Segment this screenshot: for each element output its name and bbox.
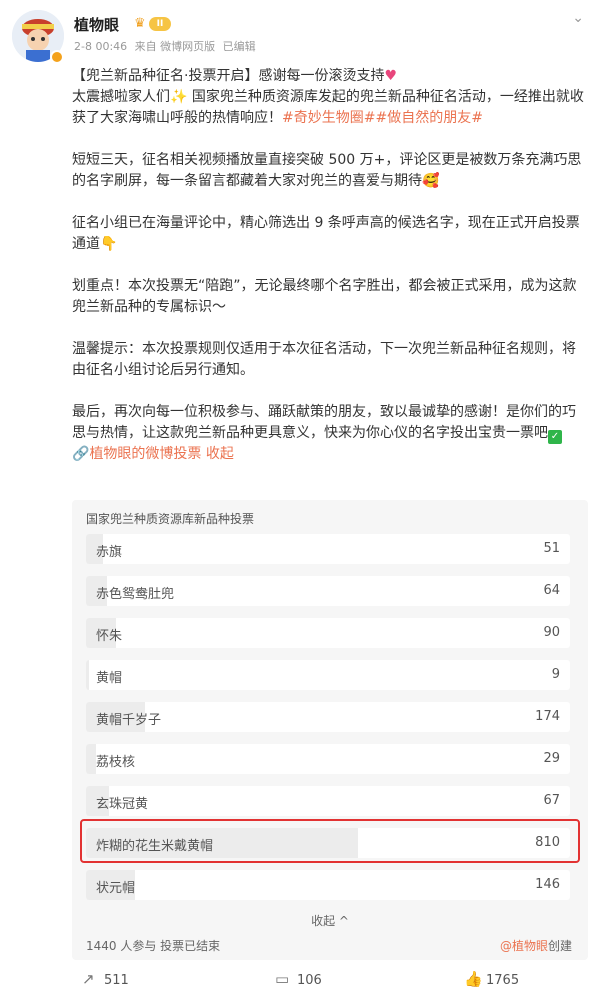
post-meta: 2-8 00:46 来自 微博网页版 已编辑 — [74, 38, 260, 54]
post-paragraph-4: 划重点！本次投票无“陪跑”，无论最终哪个名字胜出，都会被正式采用，成为这款兜兰新… — [72, 278, 577, 315]
poll-option-count: 67 — [543, 793, 560, 808]
poll-option-label: 黄帽 — [96, 671, 123, 686]
poll-option[interactable]: 荔枝核 29 — [86, 744, 570, 774]
poll-option[interactable]: 黄帽 9 — [86, 660, 570, 690]
vote-link[interactable]: 植物眼的微博投票 — [89, 446, 201, 462]
poll-option-count: 9 — [551, 667, 560, 682]
poll-option-label: 怀朱 — [96, 629, 123, 644]
post-text: 征名小组已在海量评论中，精心筛选出 9 条呼声高的候选名字，现在正式开启投票通道 — [72, 215, 580, 252]
poll-participants: 1440 人参与 投票已结束 — [86, 939, 221, 953]
post-line-1: 【兜兰新品种征名·投票开启】感谢每一份滚烫支持♥ — [72, 66, 584, 87]
poll-option-count: 90 — [543, 625, 560, 640]
chevron-down-icon[interactable]: ⌄ — [572, 10, 584, 26]
collapse-link[interactable]: 收起 — [206, 446, 234, 462]
post-text: 最后，再次向每一位积极参与、踊跃献策的朋友，致以最诚挚的感谢！是你们的巧思与热情… — [72, 404, 576, 441]
post-header: 植物眼 ♛ II 2-8 00:46 来自 微博网页版 已编辑 ⌄ — [12, 10, 588, 64]
poll-option[interactable]: 黄帽千岁子 174 — [86, 702, 570, 732]
pointing-down-icon: 👇 — [100, 236, 118, 252]
comment-count: 106 — [297, 973, 322, 988]
vote-poll: 国家兜兰种质资源库新品种投票 赤旗 51 赤色鸳鸯肚兜 64 怀朱 90 黄帽 9 黄帽千岁子 1… — [72, 500, 588, 960]
share-count: 511 — [104, 973, 129, 988]
poll-option-count: 146 — [535, 877, 560, 892]
poll-option-label: 黄帽千岁子 — [96, 713, 162, 728]
poll-creator-suffix: 创建 — [547, 939, 572, 953]
vip-badge: II — [149, 17, 171, 31]
poll-option-count: 29 — [543, 751, 560, 766]
comment-icon: ▭ — [275, 970, 290, 988]
poll-option[interactable]: 赤旗 51 — [86, 534, 570, 564]
heart-icon: ♥ — [384, 68, 398, 84]
poll-option-label: 状元帽 — [96, 881, 136, 896]
poll-option-bar — [86, 660, 89, 690]
emoji-icon: 🥰 — [422, 173, 440, 189]
poll-option[interactable]: 状元帽 146 — [86, 870, 570, 900]
sparkle-icon: ✨ — [170, 89, 188, 105]
post-body: 【兜兰新品种征名·投票开启】感谢每一份滚烫支持♥ 太震撼啦家人们✨ 国家兜兰种质… — [72, 66, 584, 465]
poll-option[interactable]: 玄珠冠黄 67 — [86, 786, 570, 816]
poll-option[interactable]: 赤色鸳鸯肚兜 64 — [86, 576, 570, 606]
post-paragraph-6: 最后，再次向每一位积极参与、踊跃献策的朋友，致以最诚挚的感谢！是你们的巧思与热情… — [72, 402, 584, 444]
poll-option-bar — [86, 744, 96, 774]
post-paragraph-3: 征名小组已在海量评论中，精心筛选出 9 条呼声高的候选名字，现在正式开启投票通道… — [72, 213, 584, 255]
post-paragraph-5: 温馨提示：本次投票规则仅适用于本次征名活动，下一次兜兰新品种征名规则，将由征名小… — [72, 341, 576, 378]
hashtag-link[interactable]: #奇妙生物圈# — [282, 110, 375, 126]
poll-creator-name[interactable]: @植物眼 — [500, 939, 548, 953]
thumbs-up-icon: 👍 — [464, 970, 483, 988]
post-title-text: 【兜兰新品种征名·投票开启】感谢每一份滚烫支持 — [72, 68, 385, 84]
share-icon: ↗ — [82, 970, 95, 988]
post-links: 🔗植物眼的微博投票 收起 — [72, 444, 584, 465]
link-icon: 🔗 — [72, 446, 90, 462]
like-count: 1765 — [486, 973, 520, 988]
post-paragraph-2: 短短三天，征名相关视频播放量直接突破 500 万+，评论区更是被数万条充满巧思的… — [72, 150, 584, 192]
action-bar: ↗ 511 ▭ 106 👍 1765 — [0, 966, 600, 996]
poll-title: 国家兜兰种质资源库新品种投票 — [86, 512, 255, 526]
post-text: 短短三天，征名相关视频播放量直接突破 500 万+，评论区更是被数万条充满巧思的… — [72, 152, 582, 189]
check-mark-icon: ✓ — [548, 430, 562, 444]
poll-option-label: 赤色鸳鸯肚兜 — [96, 587, 175, 602]
poll-option-label: 荔枝核 — [96, 755, 136, 770]
poll-creator: @植物眼创建 — [500, 937, 572, 954]
share-button[interactable]: ↗ 511 — [82, 970, 129, 988]
post-source: 来自 微博网页版 — [134, 40, 216, 53]
post-text: 太震撼啦家人们 — [72, 89, 170, 105]
hashtag-link[interactable]: #做自然的朋友# — [375, 110, 482, 126]
poll-option-count: 64 — [543, 583, 560, 598]
author-name[interactable]: 植物眼 — [74, 14, 119, 35]
poll-option-count: 51 — [543, 541, 560, 556]
comment-button[interactable]: ▭ 106 — [275, 970, 322, 988]
post-time[interactable]: 2-8 00:46 — [74, 40, 127, 53]
like-button[interactable]: 👍 1765 — [464, 970, 519, 988]
poll-option[interactable]: 怀朱 90 — [86, 618, 570, 648]
post-edited[interactable]: 已编辑 — [223, 40, 256, 53]
poll-option-label: 赤旗 — [96, 545, 123, 560]
highlight-annotation — [80, 819, 580, 863]
verified-badge-icon — [50, 50, 64, 64]
post-paragraph-1: 太震撼啦家人们✨ 国家兜兰种质资源库发起的兜兰新品种征名活动，一经推出就收获了大… — [72, 87, 584, 129]
crown-icon: ♛ — [134, 16, 146, 31]
poll-option-count: 174 — [535, 709, 560, 724]
poll-option-label: 玄珠冠黄 — [96, 797, 149, 812]
poll-collapse-button[interactable]: 收起 ^ — [72, 912, 588, 929]
